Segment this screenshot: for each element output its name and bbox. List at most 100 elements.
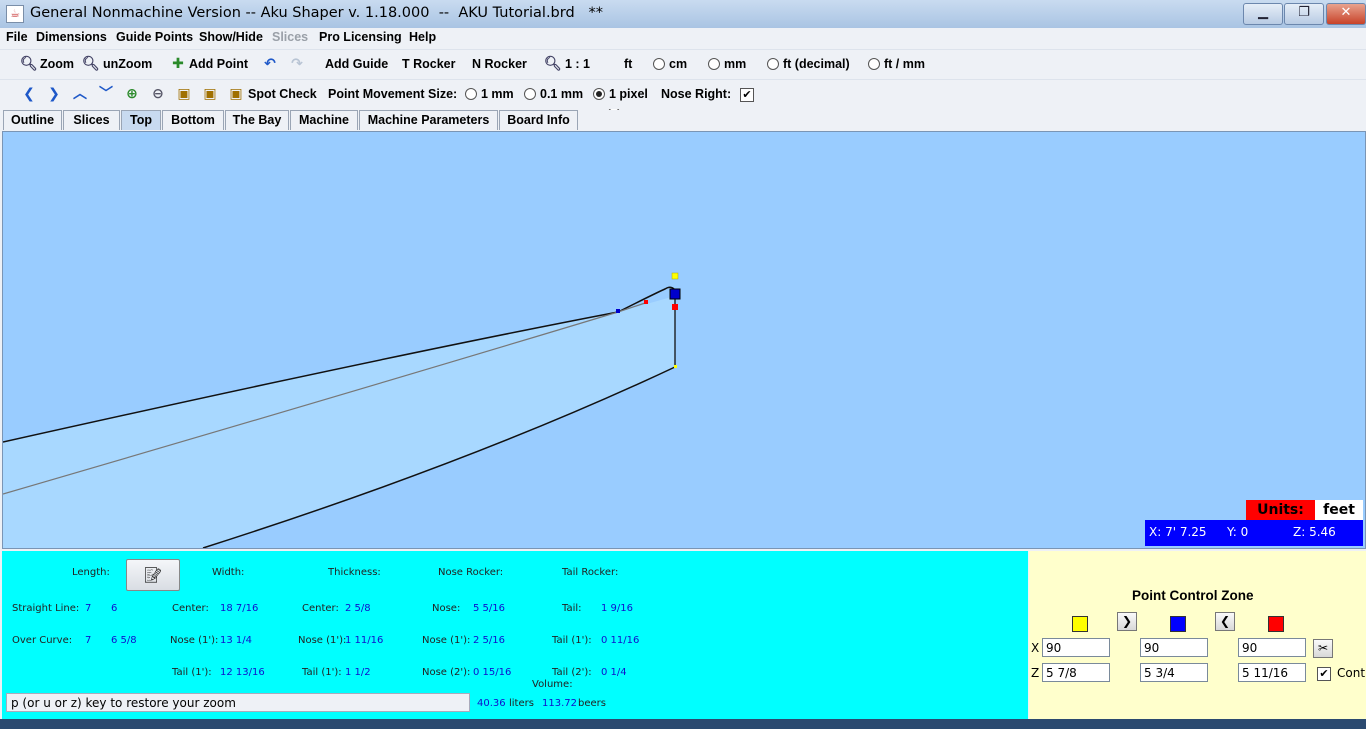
unit-ft-mm-radio[interactable] (868, 58, 880, 70)
fit-width-icon[interactable]: ▣ (202, 86, 218, 102)
n-rocker-button[interactable]: N Rocker (472, 57, 527, 71)
edit-dimensions-button[interactable]: 📝︎ (126, 559, 180, 591)
unzoom-icon: 🔍︎ (82, 56, 100, 72)
arrow-down-icon[interactable]: ﹀ (98, 86, 114, 102)
coord-x: X: 7' 7.25 (1149, 525, 1207, 539)
tail-rocker-tail1-label: Tail (1'): (552, 635, 592, 646)
nose-rocker-nose2-value: 0 15/16 (473, 667, 512, 678)
nose-rocker-nose1-value: 2 5/16 (473, 635, 505, 646)
move-1pixel-radio[interactable] (593, 88, 605, 100)
prev-point-button[interactable]: ❮ (1215, 612, 1235, 631)
yellow-point-swatch[interactable] (1072, 616, 1088, 632)
menu-help[interactable]: Help (409, 30, 436, 44)
nose-rocker-header: Nose Rocker: (438, 567, 504, 578)
menu-show-hide[interactable]: Show/Hide (199, 30, 263, 44)
scale-button[interactable]: 1 : 1 (565, 57, 590, 71)
t-rocker-button[interactable]: T Rocker (402, 57, 456, 71)
move-0-1mm-radio[interactable] (524, 88, 536, 100)
red-control-point[interactable] (672, 304, 678, 310)
zoom-out-icon[interactable]: ⊖ (150, 86, 166, 102)
liters-label: liters (509, 698, 534, 709)
next-point-button[interactable]: ❯ (1117, 612, 1137, 631)
spot-check-button[interactable]: Spot Check (248, 87, 317, 101)
tab-machine[interactable]: Machine (290, 110, 358, 130)
scissors-icon: ✂ (1317, 641, 1329, 655)
menu-pro-licensing[interactable]: Pro Licensing (319, 30, 402, 44)
blue-control-point[interactable] (669, 288, 681, 300)
move-1mm-radio[interactable] (465, 88, 477, 100)
blue-z-input[interactable]: 5 3/4 (1140, 663, 1208, 682)
move-0-1mm-label: 0.1 mm (540, 87, 584, 101)
nose-rocker-nose1-label: Nose (1'): (422, 635, 471, 646)
tab-machine-parameters[interactable]: Machine Parameters (359, 110, 498, 130)
tab-bottom[interactable]: Bottom (162, 110, 224, 130)
window-title: General Nonmachine Version -- Aku Shaper… (30, 5, 603, 21)
point-movement-label: Point Movement Size: (328, 87, 458, 101)
board-info-panel: Length: 📝︎ Width: Thickness: Nose Rocker… (2, 551, 1028, 719)
tab-top[interactable]: Top (121, 110, 161, 130)
board-drawing-canvas[interactable] (2, 131, 1366, 549)
spot-check-icon: ▣ (229, 86, 243, 102)
units-value: feet (1315, 500, 1363, 520)
unit-mm-radio[interactable] (708, 58, 720, 70)
minimize-button[interactable]: ▁ (1243, 3, 1283, 25)
red-x-input[interactable]: 90 (1238, 638, 1306, 657)
unit-cm-radio[interactable] (653, 58, 665, 70)
straight-line-in: 6 (111, 603, 118, 614)
blue-point-swatch[interactable] (1170, 616, 1186, 632)
nose-right-checkbox[interactable]: ✔ (740, 88, 754, 102)
thickness-tail1-value: 1 1/2 (345, 667, 371, 678)
continuous-checkbox[interactable]: ✔ (1317, 667, 1331, 681)
unzoom-button[interactable]: unZoom (103, 57, 152, 71)
yellow-control-point[interactable] (671, 272, 679, 280)
nose-rocker-nose-value: 5 5/16 (473, 603, 505, 614)
red-z-input[interactable]: 5 11/16 (1238, 663, 1306, 682)
arrow-up-icon[interactable]: ︿ (72, 86, 88, 102)
undo-icon[interactable]: ↶ (262, 56, 278, 72)
yellow-x-input[interactable]: 90 (1042, 638, 1110, 657)
redo-icon[interactable]: ↷ (289, 56, 305, 72)
close-button[interactable]: ✕ (1326, 3, 1366, 25)
board-top-view-drawing[interactable] (3, 132, 1365, 548)
cut-button[interactable]: ✂ (1313, 639, 1333, 658)
red-tangent-point[interactable] (644, 300, 648, 304)
menu-file[interactable]: File (6, 30, 28, 44)
title-bar: ☕ General Nonmachine Version -- Aku Shap… (0, 0, 1366, 29)
width-center-label: Center: (172, 603, 209, 614)
yellow-tangent-point[interactable] (674, 365, 677, 368)
zoom-button[interactable]: Zoom (40, 57, 74, 71)
unit-ft-decimal-radio[interactable] (767, 58, 779, 70)
next-arrow-icon: ❯ (1121, 614, 1133, 628)
menu-bar: File Dimensions Guide Points Show/Hide S… (0, 28, 1366, 49)
width-header: Width: (212, 567, 245, 578)
width-tail1-label: Tail (1'): (172, 667, 212, 678)
tail-rocker-tail2-value: 0 1/4 (601, 667, 627, 678)
tab-outline[interactable]: Outline (3, 110, 62, 130)
menu-guide-points[interactable]: Guide Points (116, 30, 193, 44)
red-point-swatch[interactable] (1268, 616, 1284, 632)
beers-label: beers (578, 698, 606, 709)
thickness-center-value: 2 5/8 (345, 603, 371, 614)
status-message-field: p (or u or z) key to restore your zoom (6, 693, 470, 712)
blue-x-input[interactable]: 90 (1140, 638, 1208, 657)
arrow-right-icon[interactable]: ❯ (46, 86, 62, 102)
tab-board-info[interactable]: Board Info (499, 110, 578, 130)
java-app-icon: ☕ (6, 5, 24, 23)
add-guide-button[interactable]: Add Guide (325, 57, 388, 71)
restore-button[interactable]: ❐ (1284, 3, 1324, 25)
units-label: Units: (1246, 500, 1315, 520)
add-point-button[interactable]: Add Point (189, 57, 248, 71)
unit-ft-label: ft (624, 57, 633, 71)
menu-dimensions[interactable]: Dimensions (36, 30, 107, 44)
board-fill-area (3, 296, 675, 548)
arrow-left-icon[interactable]: ❮ (21, 86, 37, 102)
menu-slices[interactable]: Slices (272, 30, 308, 44)
tab-slices[interactable]: Slices (63, 110, 120, 130)
fit-view-icon[interactable]: ▣ (176, 86, 192, 102)
z-axis-label: Z (1031, 666, 1040, 680)
tab-the-bay[interactable]: The Bay (225, 110, 289, 130)
blue-tangent-point[interactable] (616, 309, 620, 313)
width-center-value: 18 7/16 (220, 603, 259, 614)
zoom-in-icon[interactable]: ⊕ (124, 86, 140, 102)
yellow-z-input[interactable]: 5 7/8 (1042, 663, 1110, 682)
